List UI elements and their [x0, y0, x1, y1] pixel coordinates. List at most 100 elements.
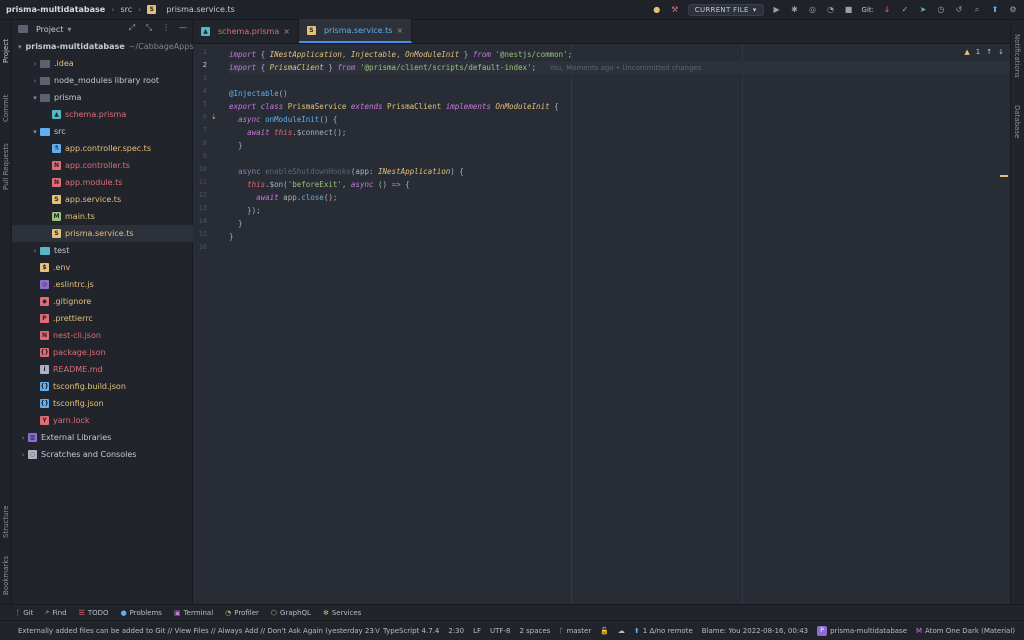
hide-panel-icon[interactable]: —: [178, 23, 188, 33]
tree-item[interactable]: i README.md: [12, 361, 193, 378]
tree-item[interactable]: Mmain.ts: [12, 208, 193, 225]
chevron-icon[interactable]: ›: [18, 434, 28, 442]
search-icon[interactable]: ⌕: [972, 5, 982, 15]
tree-item[interactable]: Nnest-cli.json: [12, 327, 193, 344]
next-highlight-icon[interactable]: ↓: [998, 48, 1004, 56]
tree-item[interactable]: ⚗ app.controller.spec.ts: [12, 140, 193, 157]
tree-item-label: tsconfig.build.json: [53, 382, 126, 391]
profile-icon[interactable]: ◔: [826, 5, 836, 15]
tree-item[interactable]: $ .env: [12, 259, 193, 276]
tree-item[interactable]: › node_modules library root: [12, 72, 193, 89]
status-remote[interactable]: ⬆ 1 Δ/no remote: [634, 627, 693, 635]
tab-project[interactable]: Project: [0, 26, 12, 76]
tree-item[interactable]: › ▥ External Libraries: [12, 429, 193, 446]
tree-item[interactable]: P .prettierrc: [12, 310, 193, 327]
code-editor[interactable]: import { INestApplication, Injectable, O…: [229, 44, 1010, 604]
tree-item[interactable]: {} tsconfig.build.json: [12, 378, 193, 395]
tree-item[interactable]: Sprisma.service.ts: [12, 225, 193, 242]
close-icon[interactable]: ×: [283, 27, 290, 36]
tab-pull-requests[interactable]: Pull Requests: [0, 138, 12, 196]
tree-item[interactable]: › ◌ Scratches and Consoles: [12, 446, 193, 463]
status-theme[interactable]: M Atom One Dark (Material): [916, 627, 1015, 635]
chevron-icon[interactable]: ▾: [30, 128, 40, 136]
project-panel-title[interactable]: Project: [36, 25, 63, 34]
line-number: 16: [198, 243, 207, 251]
tab-database[interactable]: Database: [1010, 100, 1024, 144]
tool-graphql[interactable]: ⬡ GraphQL: [271, 609, 311, 617]
run-configuration-select[interactable]: CURRENT FILE ▾: [687, 4, 764, 16]
update-icon[interactable]: ⬆: [990, 5, 1000, 15]
tool-profiler[interactable]: ◔ Profiler: [225, 609, 259, 617]
tab-prisma-service[interactable]: S prisma.service.ts ×: [298, 19, 413, 43]
tab-bookmarks[interactable]: Bookmarks: [0, 550, 12, 600]
run-gutter-icon[interactable]: ⇣: [211, 113, 217, 121]
tab-schema-prisma[interactable]: ▲ schema.prisma ×: [193, 19, 299, 43]
close-icon[interactable]: ×: [396, 26, 403, 35]
run-icon[interactable]: ▶: [772, 5, 782, 15]
tree-item[interactable]: ▾ prisma-multidatabase ~/CabbageApps: [12, 38, 194, 55]
tab-structure[interactable]: Structure: [0, 498, 12, 546]
coverage-icon[interactable]: ◎: [808, 5, 818, 15]
tree-item[interactable]: ▲ schema.prisma: [12, 106, 193, 123]
hammer-icon[interactable]: ⚒: [670, 5, 680, 15]
chevron-icon[interactable]: ›: [30, 77, 40, 85]
tab-notifications[interactable]: Notifications: [1010, 26, 1024, 86]
chevron-down-icon[interactable]: ▾: [67, 25, 71, 34]
tool-todo[interactable]: ☰ TODO: [79, 609, 109, 617]
tree-item[interactable]: Napp.controller.ts: [12, 157, 193, 174]
chevron-icon[interactable]: ▾: [18, 43, 22, 51]
tool-services[interactable]: ✻ Services: [323, 609, 361, 617]
tree-item[interactable]: {} package.json: [12, 344, 193, 361]
expand-all-icon[interactable]: ⤢: [127, 23, 137, 33]
status-branch[interactable]: ᚴ master: [559, 627, 591, 635]
problems-icon: ●: [120, 608, 127, 617]
git-commit-icon[interactable]: ✓: [900, 5, 910, 15]
rollback-icon[interactable]: ↺: [954, 5, 964, 15]
gear-icon[interactable]: ⚙: [1008, 5, 1018, 15]
git-push-icon[interactable]: ➤: [918, 5, 928, 15]
tree-item[interactable]: › test: [12, 242, 193, 259]
breadcrumb-file[interactable]: prisma.service.ts: [166, 5, 235, 14]
git-update-icon[interactable]: ↓: [882, 5, 892, 15]
tree-item[interactable]: ▾ prisma: [12, 89, 193, 106]
tool-problems[interactable]: ● Problems: [121, 609, 162, 617]
status-line-ending[interactable]: LF: [473, 627, 481, 635]
status-language[interactable]: V TypeScript 4.7.4: [375, 627, 439, 635]
breadcrumb-folder[interactable]: src: [120, 5, 132, 14]
tool-terminal[interactable]: ▣ Terminal: [174, 609, 213, 617]
status-position[interactable]: 2:30: [448, 627, 464, 635]
tree-item[interactable]: Napp.module.ts: [12, 174, 193, 191]
status-blame[interactable]: Blame: You 2022-08-16, 00:43: [702, 627, 808, 635]
status-project[interactable]: Pprisma-multidatabase: [817, 625, 907, 636]
scrollbar-warning-marker[interactable]: [1000, 175, 1008, 177]
lock-icon[interactable]: 🔓: [600, 627, 609, 635]
options-icon[interactable]: ⋮: [161, 23, 171, 33]
breadcrumb-project[interactable]: prisma-multidatabase: [6, 5, 105, 14]
collapse-all-icon[interactable]: ⤡: [144, 23, 154, 33]
chevron-icon[interactable]: ›: [30, 247, 40, 255]
status-message[interactable]: Externally added files can be added to G…: [0, 627, 375, 635]
tree-item[interactable]: Sapp.service.ts: [12, 191, 193, 208]
inspection-widget[interactable]: ▲ 1 ↑ ↓: [964, 48, 1004, 56]
users-icon[interactable]: ●: [652, 5, 662, 15]
history-icon[interactable]: ◷: [936, 5, 946, 15]
debug-icon[interactable]: ✱: [790, 5, 800, 15]
tree-item[interactable]: ▾ src: [12, 123, 193, 140]
tree-item[interactable]: ◎ .eslintrc.js: [12, 276, 193, 293]
status-indent[interactable]: 2 spaces: [519, 627, 550, 635]
tree-item[interactable]: Yyarn.lock: [12, 412, 193, 429]
md-file-icon: i: [40, 365, 49, 374]
tree-item[interactable]: ◆ .gitignore: [12, 293, 193, 310]
chevron-icon[interactable]: ›: [30, 60, 40, 68]
previous-highlight-icon[interactable]: ↑: [986, 48, 992, 56]
tab-commit[interactable]: Commit: [0, 86, 12, 130]
cloud-icon[interactable]: ☁: [618, 627, 625, 635]
chevron-icon[interactable]: ▾: [30, 94, 40, 102]
chevron-icon[interactable]: ›: [18, 451, 28, 459]
tool-git[interactable]: ᚴ Git: [16, 609, 33, 617]
tree-item[interactable]: › .idea: [12, 55, 193, 72]
status-encoding[interactable]: UTF-8: [490, 627, 510, 635]
stop-icon[interactable]: ■: [844, 5, 854, 15]
tool-find[interactable]: ⌕ Find: [45, 608, 66, 617]
tree-item[interactable]: {} tsconfig.json: [12, 395, 193, 412]
